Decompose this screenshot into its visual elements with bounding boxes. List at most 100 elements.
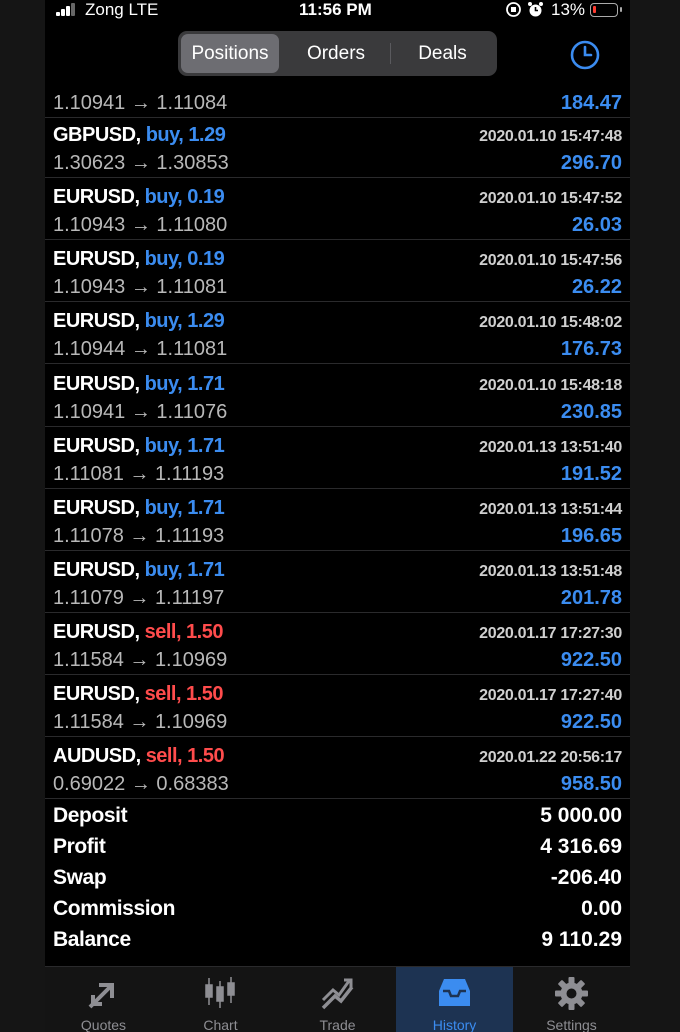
position-symbol: AUDUSD, sell, 1.50 — [53, 745, 225, 767]
position-time: 2020.01.10 15:47:48 — [479, 128, 622, 145]
symbol-name: EURUSD — [53, 373, 135, 395]
arrow-right-icon: → — [129, 649, 150, 671]
tab-trade[interactable]: Trade — [279, 967, 396, 1032]
position-row[interactable]: EURUSD, buy, 1.71 2020.01.13 13:51:40 1.11… — [45, 427, 630, 489]
open-price: 1.10943 — [53, 214, 126, 236]
symbol-name: EURUSD — [53, 186, 135, 208]
summary-value: 0.00 — [581, 897, 622, 920]
position-symbol: EURUSD, buy, 0.19 — [53, 186, 225, 208]
position-prices: 1.10943 → 1.11080 — [53, 214, 227, 237]
direction-volume: sell, 1.50 — [144, 621, 224, 643]
summary-value: 5 000.00 — [540, 804, 622, 827]
close-price: 1.11193 — [154, 463, 225, 485]
symbol-name: EURUSD — [53, 248, 135, 270]
summary-value: 9 110.29 — [541, 928, 622, 951]
summary-value: -206.40 — [550, 866, 622, 889]
battery-icon — [590, 3, 622, 17]
position-row[interactable]: EURUSD, sell, 1.50 2020.01.17 17:27:40 1.1… — [45, 675, 630, 737]
open-price: 1.11584 — [53, 711, 124, 733]
tab-label: Settings — [546, 1017, 597, 1032]
open-price: 1.11584 — [53, 649, 124, 671]
position-profit: 201.78 — [560, 587, 622, 609]
symbol-name: AUDUSD — [53, 745, 136, 767]
position-prices: 1.10941 → 1.11076 — [53, 401, 227, 424]
signal-icon — [56, 3, 78, 16]
position-prices: 1.11081 → 1.11193 — [53, 463, 224, 486]
position-row[interactable]: EURUSD, buy, 1.71 2020.01.13 13:51:48 1.11… — [45, 551, 630, 613]
position-prices: 1.10944 → 1.11081 — [53, 338, 227, 361]
direction-volume: buy, 1.71 — [144, 559, 225, 581]
tab-chart[interactable]: Chart — [162, 967, 279, 1032]
position-profit: 26.22 — [571, 276, 622, 298]
position-symbol: EURUSD, buy, 1.71 — [53, 497, 225, 519]
symbol-name: EURUSD — [53, 683, 135, 705]
position-time: 2020.01.10 15:47:52 — [479, 190, 622, 207]
symbol-name: GBPUSD — [53, 124, 136, 146]
trade-icon — [321, 978, 354, 1010]
summary-label: Deposit — [53, 804, 128, 827]
tab-history[interactable]: History — [396, 967, 513, 1032]
close-price: 1.11193 — [154, 525, 225, 547]
position-prices: 1.11584 → 1.10969 — [53, 711, 227, 734]
summary-label: Swap — [53, 866, 107, 889]
position-prices: 1.10941 → 1.11084 — [53, 92, 227, 115]
arrow-right-icon: → — [130, 773, 151, 795]
arrow-right-icon: → — [130, 152, 151, 174]
close-price: 1.11197 — [154, 587, 225, 609]
arrow-right-icon: → — [130, 401, 151, 423]
position-profit: 176.73 — [560, 338, 622, 360]
position-row[interactable]: AUDUSD, sell, 1.50 2020.01.22 20:56:17 0.6… — [45, 737, 630, 799]
direction-volume: buy, 1.29 — [144, 310, 225, 332]
quotes-icon — [88, 983, 114, 1009]
tab-settings[interactable]: Settings — [513, 967, 630, 1032]
app-screen: Zong LTE 11:56 PM 13% Positions Orders D… — [45, 0, 630, 1032]
symbol-name: EURUSD — [53, 310, 135, 332]
close-price: 0.68383 — [156, 773, 229, 795]
candlestick-icon — [205, 977, 235, 1008]
position-symbol: EURUSD, sell, 1.50 — [53, 621, 224, 643]
position-symbol: GBPUSD, buy, 1.29 — [53, 124, 226, 146]
position-profit: 922.50 — [560, 711, 622, 733]
status-time: 11:56 PM — [299, 0, 372, 19]
open-price: 1.11079 — [53, 587, 124, 609]
position-symbol: EURUSD, buy, 1.71 — [53, 435, 225, 457]
arrow-right-icon: → — [130, 214, 151, 236]
position-row[interactable]: EURUSD, buy, 1.29 2020.01.10 15:48:02 1.10… — [45, 302, 630, 364]
position-row[interactable]: EURUSD, sell, 1.50 2020.01.17 17:27:30 1.1… — [45, 613, 630, 675]
position-profit: 230.85 — [560, 401, 622, 423]
tab-bar: Quotes Chart Trade History Settings — [45, 966, 630, 1032]
position-row[interactable]: EURUSD, buy, 1.71 2020.01.10 15:48:18 1.10… — [45, 365, 630, 427]
position-profit: 191.52 — [560, 463, 622, 485]
position-prices: 1.11584 → 1.10969 — [53, 649, 227, 672]
position-profit: 296.70 — [560, 152, 622, 174]
position-prices: 0.69022 → 0.68383 — [53, 773, 229, 796]
position-time: 2020.01.17 17:27:40 — [479, 687, 622, 704]
tab-label: Quotes — [80, 1017, 127, 1032]
tab-quotes[interactable]: Quotes — [45, 967, 162, 1032]
direction-volume: buy, 1.71 — [144, 497, 225, 519]
close-price: 1.11081 — [156, 276, 228, 298]
orientation-lock-icon — [506, 2, 521, 17]
open-price: 1.10941 — [53, 92, 126, 114]
alarm-icon — [527, 2, 543, 17]
position-row[interactable]: EURUSD, buy, 1.71 2020.01.13 13:51:44 1.11… — [45, 489, 630, 551]
position-time: 2020.01.10 15:47:56 — [479, 252, 622, 269]
symbol-name: EURUSD — [53, 497, 135, 519]
arrow-right-icon: → — [129, 587, 150, 609]
tab-label: Trade — [319, 1017, 356, 1032]
close-price: 1.11080 — [156, 214, 228, 236]
position-row[interactable]: 1.10941 → 1.11084 184.47 — [45, 56, 630, 118]
position-row[interactable]: EURUSD, buy, 0.19 2020.01.10 15:47:56 1.10… — [45, 240, 630, 302]
summary-label: Commission — [53, 897, 176, 920]
open-price: 1.30623 — [53, 152, 126, 174]
position-row[interactable]: EURUSD, buy, 0.19 2020.01.10 15:47:52 1.10… — [45, 178, 630, 240]
position-time: 2020.01.10 15:48:18 — [479, 377, 622, 394]
open-price: 1.11078 — [53, 525, 124, 547]
position-profit: 26.03 — [571, 214, 622, 236]
position-time: 2020.01.17 17:27:30 — [479, 625, 622, 642]
arrow-right-icon: → — [130, 338, 151, 360]
position-profit: 196.65 — [560, 525, 622, 547]
arrow-right-icon: → — [130, 92, 151, 114]
position-row[interactable]: GBPUSD, buy, 1.29 2020.01.10 15:47:48 1.30… — [45, 116, 630, 178]
close-price: 1.11076 — [156, 401, 228, 423]
